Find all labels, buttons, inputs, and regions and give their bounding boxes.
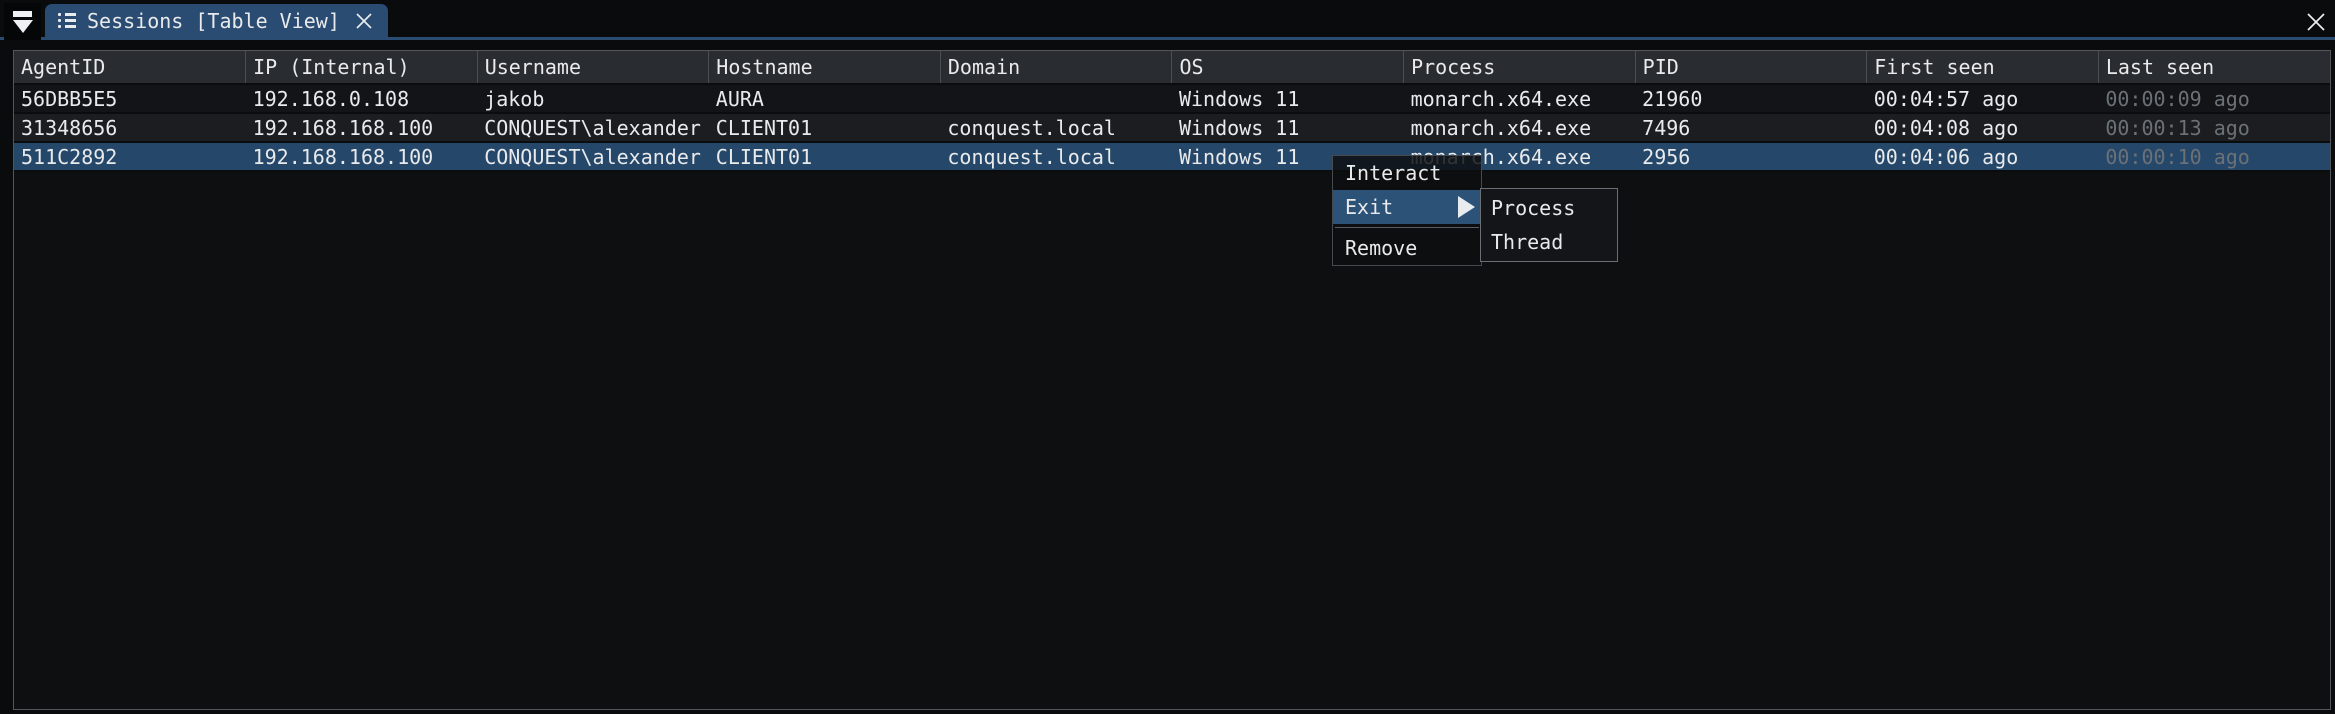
- sessions-table-panel: AgentID IP (Internal) Username Hostname …: [13, 50, 2331, 710]
- cell-last-seen: 00:00:10 ago: [2098, 142, 2330, 171]
- cell-hostname: AURA: [709, 84, 941, 113]
- cell-ip: 192.168.0.108: [246, 84, 478, 113]
- column-header-first-seen[interactable]: First seen: [1867, 51, 2099, 84]
- cell-agent-id: 56DBB5E5: [14, 84, 246, 113]
- cell-domain: conquest.local: [940, 113, 1172, 142]
- cell-process: monarch.x64.exe: [1404, 84, 1636, 113]
- tab-sessions-table-view[interactable]: Sessions [Table View]: [45, 4, 388, 37]
- cell-last-seen: 00:00:13 ago: [2098, 113, 2330, 142]
- context-menu: Interact Exit Remove: [1332, 155, 1482, 266]
- column-header-pid[interactable]: PID: [1635, 51, 1867, 84]
- table-header-row: AgentID IP (Internal) Username Hostname …: [14, 51, 2330, 84]
- cell-agent-id: 511C2892: [14, 142, 246, 171]
- cell-pid: 2956: [1635, 142, 1867, 171]
- cell-username: CONQUEST\alexander: [477, 113, 709, 142]
- menu-item-remove[interactable]: Remove: [1333, 231, 1481, 265]
- cell-first-seen: 00:04:57 ago: [1867, 84, 2099, 113]
- column-header-username[interactable]: Username: [477, 51, 709, 84]
- cell-domain: [940, 84, 1172, 113]
- cell-process: monarch.x64.exe: [1404, 113, 1636, 142]
- submenu-item-process[interactable]: Process: [1481, 191, 1617, 225]
- column-header-process[interactable]: Process: [1404, 51, 1636, 84]
- menu-separator: [1335, 227, 1479, 228]
- table-row[interactable]: 56DBB5E5192.168.0.108jakobAURA Windows 11…: [14, 84, 2330, 113]
- cell-agent-id: 31348656: [14, 113, 246, 142]
- tab-close-icon[interactable]: [353, 10, 375, 32]
- menu-item-exit[interactable]: Exit: [1333, 190, 1481, 224]
- submenu-arrow-icon: [1458, 196, 1475, 218]
- cell-os: Windows 11: [1172, 113, 1404, 142]
- tab-bar: Sessions [Table View]: [0, 0, 2335, 40]
- column-header-hostname[interactable]: Hostname: [709, 51, 941, 84]
- table-body: 56DBB5E5192.168.0.108jakobAURA Windows 11…: [14, 84, 2330, 171]
- column-header-domain[interactable]: Domain: [940, 51, 1172, 84]
- tab-title: Sessions [Table View]: [87, 9, 340, 33]
- cell-first-seen: 00:04:06 ago: [1867, 142, 2099, 171]
- sessions-table: AgentID IP (Internal) Username Hostname …: [14, 51, 2330, 172]
- column-header-last-seen[interactable]: Last seen: [2098, 51, 2330, 84]
- cell-os: Windows 11: [1172, 84, 1404, 113]
- menu-item-interact[interactable]: Interact: [1333, 156, 1481, 190]
- cell-last-seen: 00:00:09 ago: [2098, 84, 2330, 113]
- cell-hostname: CLIENT01: [709, 142, 941, 171]
- window-close-icon[interactable]: [2304, 10, 2328, 34]
- cell-ip: 192.168.168.100: [246, 142, 478, 171]
- table-row[interactable]: 511C2892192.168.168.100CONQUEST\alexande…: [14, 142, 2330, 171]
- table-view-icon: [58, 13, 76, 28]
- column-header-ip[interactable]: IP (Internal): [246, 51, 478, 84]
- cell-username: jakob: [477, 84, 709, 113]
- column-header-agentid[interactable]: AgentID: [14, 51, 246, 84]
- cell-first-seen: 00:04:08 ago: [1867, 113, 2099, 142]
- menu-item-label: Exit: [1345, 195, 1393, 219]
- cell-ip: 192.168.168.100: [246, 113, 478, 142]
- menu-item-label: Remove: [1345, 236, 1417, 260]
- collapse-filter-icon: [13, 11, 33, 33]
- filter-button[interactable]: [4, 3, 41, 40]
- cell-hostname: CLIENT01: [709, 113, 941, 142]
- cell-pid: 7496: [1635, 113, 1867, 142]
- cell-username: CONQUEST\alexander: [477, 142, 709, 171]
- menu-item-label: Interact: [1345, 161, 1441, 185]
- cell-pid: 21960: [1635, 84, 1867, 113]
- submenu-item-thread[interactable]: Thread: [1481, 225, 1617, 259]
- column-header-os[interactable]: OS: [1172, 51, 1404, 84]
- table-row[interactable]: 31348656192.168.168.100CONQUEST\alexande…: [14, 113, 2330, 142]
- cell-domain: conquest.local: [940, 142, 1172, 171]
- exit-submenu: ProcessThread: [1480, 188, 1618, 262]
